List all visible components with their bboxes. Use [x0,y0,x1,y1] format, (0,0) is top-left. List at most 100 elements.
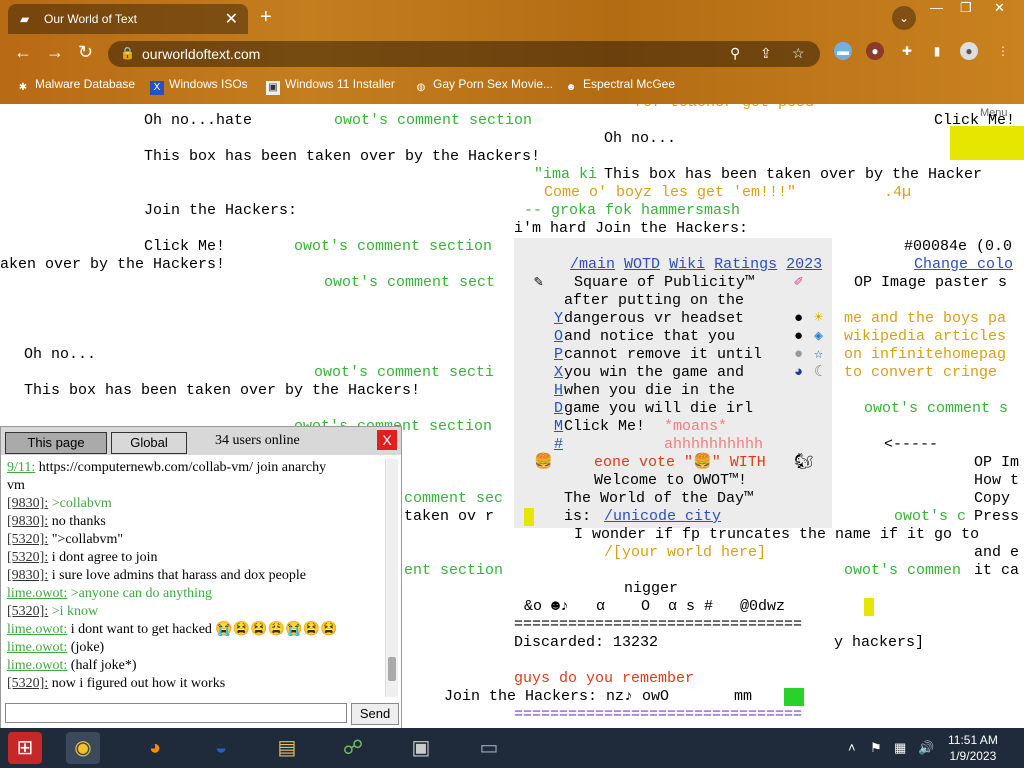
link-main[interactable]: /main [570,256,615,273]
new-tab-button[interactable]: + [260,6,272,29]
side-panel-icon[interactable]: ▮ [928,42,946,60]
chat-username[interactable]: [5320]: [7,604,48,619]
chat-input[interactable] [5,703,347,723]
change-color-link[interactable]: Change colo [914,256,1013,274]
chat-message: [5320]: ">collabvm" [7,532,124,547]
chrome-menu-icon[interactable]: ⋮ [994,42,1012,60]
tab-strip: ▰ Our World of Text ✕ + ⌄ — ❐ ✕ [0,0,1024,36]
tab-search-icon[interactable]: ⌄ [892,6,916,30]
tab-close-icon[interactable]: ✕ [225,9,238,29]
chat-username[interactable]: lime.owot: [7,658,67,673]
chat-username[interactable]: lime.owot: [7,586,67,601]
link-ratings[interactable]: Ratings [714,256,777,273]
letter-link[interactable]: D [554,400,563,418]
link-wotd[interactable]: WOTD [624,256,660,273]
flag-icon[interactable]: ⚑ [870,740,882,756]
clock[interactable]: 11:51 AM 1/9/2023 [948,732,998,764]
profile-icon[interactable]: ● [960,42,978,60]
image-icon: ▣ [266,81,280,95]
restore-button[interactable]: ❐ [960,0,972,20]
world-canvas[interactable]: fof teacher got peed Menu Oh no...hate o… [0,104,1024,728]
chat-username[interactable]: [9830]: [7,568,48,583]
chat-username[interactable]: 9/11: [7,460,35,475]
sun-icon: ☀ [814,310,824,327]
bookmark-espectral-mcgee[interactable]: ☻ Espectral McGee [564,77,675,95]
back-icon[interactable]: ← [14,42,32,63]
chat-username[interactable]: [5320]: [7,676,48,691]
green-block [784,688,804,706]
tab-this-page[interactable]: This page [5,432,107,454]
canvas-text: Click Me! [144,238,226,255]
url-text[interactable]: ourworldoftext.com [142,46,260,62]
extensions-puzzle-icon[interactable]: ✚ [898,42,916,60]
lock-icon[interactable]: 🔒 [120,46,135,60]
link-2023[interactable]: 2023 [786,256,822,273]
network-icon[interactable]: ☍ [336,732,370,764]
publicity-line: dangerous vr headset [564,310,745,327]
wotd-link[interactable]: /unicode_city [604,508,721,526]
canvas-text: owot's comment section [334,112,533,129]
tab-global[interactable]: Global [111,432,187,454]
publicity-line: and notice that you [564,328,736,345]
volume-icon[interactable]: 🔊 [918,740,934,756]
canvas-text: This box has been taken over by the Hack… [604,166,983,183]
address-bar[interactable]: 🔒 ourworldoftext.com ⚲ ⇪ ☆ [108,41,820,67]
canvas-text: *moans* [664,418,728,435]
letter-link[interactable]: P [554,346,563,364]
letter-link[interactable]: H [554,382,563,400]
chat-username[interactable]: [9830]: [7,496,48,511]
chat-username[interactable]: [5320]: [7,532,48,547]
bookmarks-bar: ✱ Malware Database X Windows ISOs ▣ Windows… [0,72,1024,98]
link-wiki[interactable]: Wiki [669,256,705,273]
network-tray-icon[interactable]: ▦ [894,740,906,756]
show-hidden-icons[interactable]: ˄ [848,740,856,755]
send-button[interactable]: Send [351,703,399,725]
canvas-text: How t [974,472,1020,489]
search-icon[interactable]: ⚲ [730,45,740,62]
letter-link[interactable]: # [554,436,563,454]
computer-icon[interactable]: ▭ [472,732,506,764]
chat-username[interactable]: lime.owot: [7,640,67,655]
users-online-count: 34 users online [215,433,300,448]
printer-icon[interactable]: ▣ [404,732,438,764]
chat-username[interactable]: [5320]: [7,550,48,565]
extension-flag-icon[interactable]: ▬ [834,42,852,60]
letter-link[interactable]: M [554,418,563,436]
canvas-text: I wonder if fp truncates the name if it … [574,526,980,543]
tab-our-world-of-text[interactable]: ▰ Our World of Text ✕ [8,4,248,34]
scrollbar-thumb[interactable] [388,657,396,681]
yellow-pixel-art [950,126,1024,160]
reload-icon[interactable]: ↻ [78,42,93,63]
chat-scrollbar[interactable] [385,459,398,697]
canvas-text: wikipedia articles [844,328,1007,345]
chat-username[interactable]: lime.owot: [7,622,67,637]
bookmark-gay-porn-sex-movie[interactable]: ◍ Gay Porn Sex Movie... [414,77,553,95]
bookmark-windows-11-installer[interactable]: ▣ Windows 11 Installer [266,77,395,95]
chat-username[interactable]: [9830]: [7,514,48,529]
bookmark-windows-isos[interactable]: X Windows ISOs [150,77,248,95]
bookmark-star-icon[interactable]: ☆ [792,45,805,62]
firefox-icon[interactable]: ◕ [138,732,172,764]
tab-favicon-icon: ▰ [20,12,30,26]
browser-frame: ▰ Our World of Text ✕ + ⌄ — ❐ ✕ ← → ↻ 🔒 … [0,0,1024,104]
obama-icon[interactable]: ◒ [204,732,238,764]
file-explorer-icon[interactable]: ▤ [270,732,304,764]
chat-close-button[interactable]: X [377,430,397,450]
share-icon[interactable]: ⇪ [760,45,772,62]
canvas-text: nigger [624,580,679,597]
canvas-text: y hackers] [834,634,925,651]
forward-icon[interactable]: → [46,42,64,63]
letter-link[interactable]: Y [554,310,563,328]
minimize-button[interactable]: — [930,0,943,20]
clock-time: 11:51 AM [948,733,998,747]
chat-message: [9830]: no thanks [7,514,106,529]
chrome-icon[interactable]: ◉ [66,732,100,764]
discarded-count: Discarded: 13232 [514,634,659,651]
letter-link[interactable]: O [554,328,563,346]
extension-avatar-icon[interactable]: ● [866,42,884,60]
letter-link[interactable]: X [554,364,563,382]
bookmark-malware-database[interactable]: ✱ Malware Database [16,77,135,95]
windows-logo-icon[interactable]: ⊞ [8,732,42,764]
circle-icon: ● [794,328,804,345]
close-window-button[interactable]: ✕ [994,0,1005,20]
